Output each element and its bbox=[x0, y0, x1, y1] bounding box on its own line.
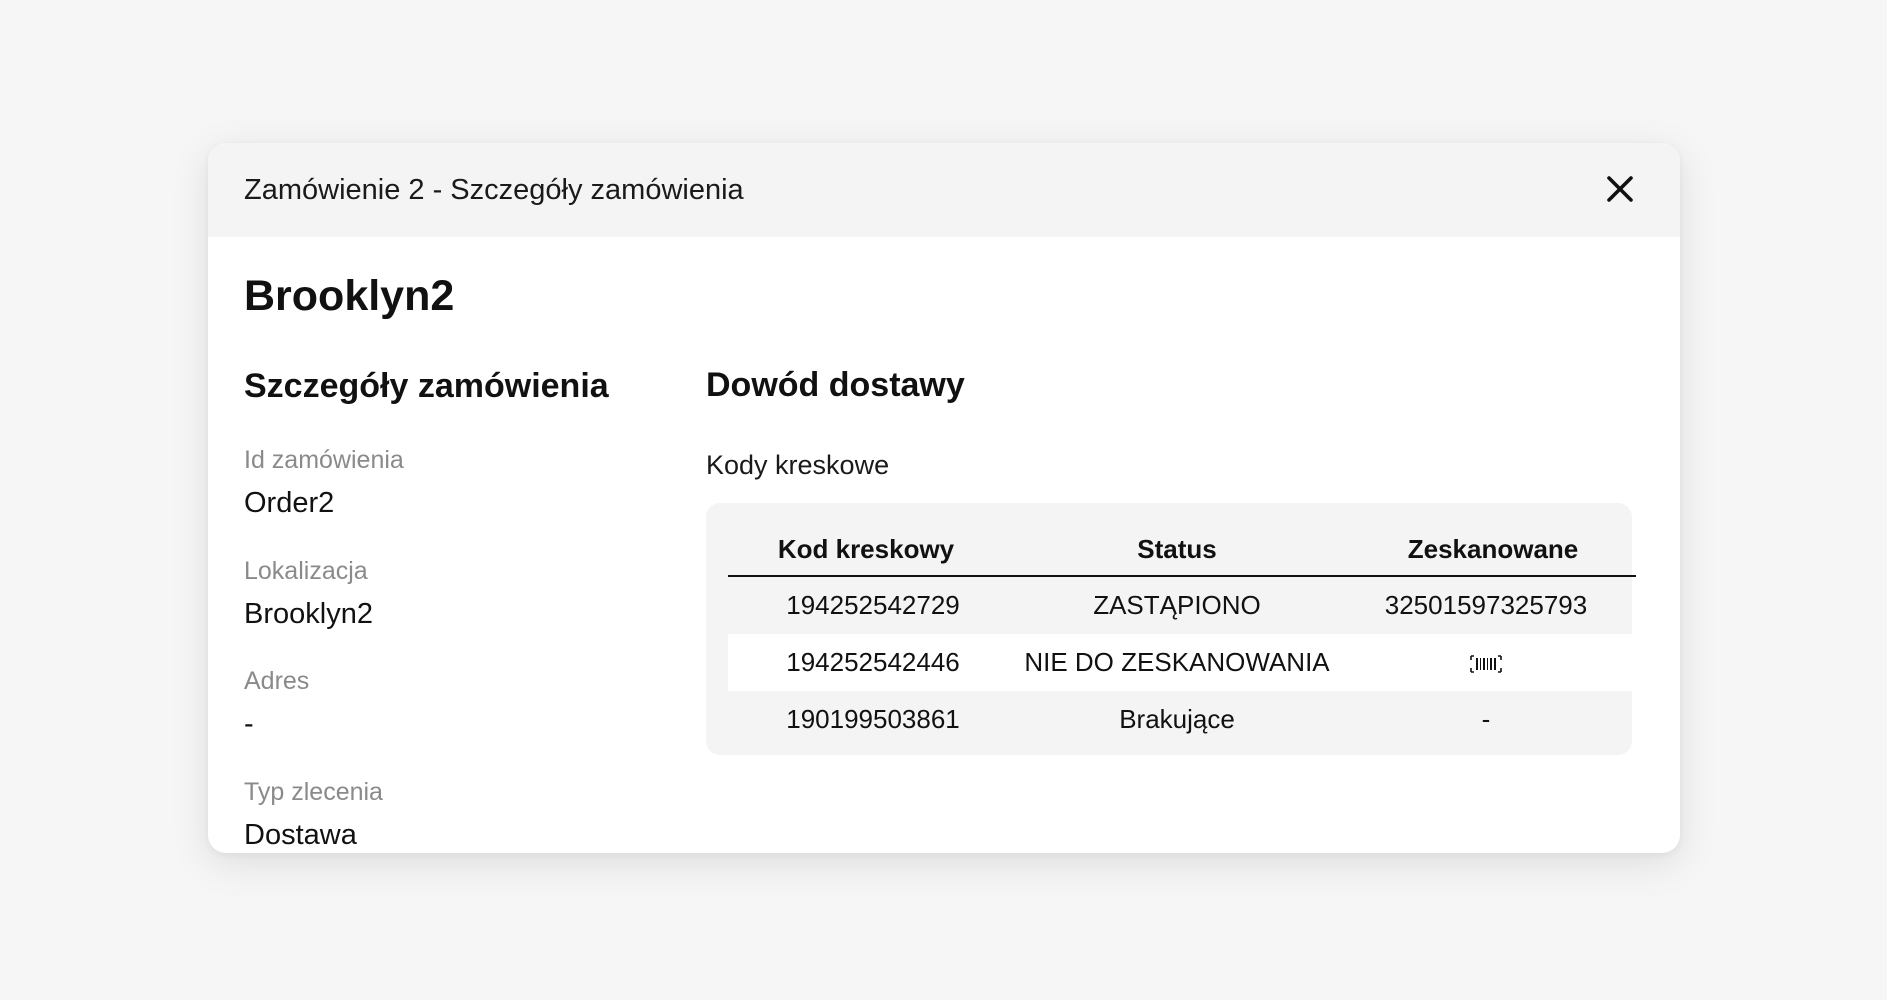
scanned-cell bbox=[1336, 634, 1636, 691]
barcode-cell: 194252542729 bbox=[786, 590, 960, 620]
order-details-modal: Zamówienie 2 - Szczegóły zamówienia Broo… bbox=[208, 143, 1680, 853]
barcode-cell: 190199503861 bbox=[786, 704, 960, 734]
location-value: Brooklyn2 bbox=[244, 598, 373, 630]
order-details-heading: Szczegóły zamówienia bbox=[244, 367, 609, 405]
scanned-cell: 32501597325793 bbox=[1384, 590, 1588, 620]
location-heading: Brooklyn2 bbox=[244, 272, 455, 320]
scanned-cell: - bbox=[1481, 704, 1491, 734]
proof-of-delivery-heading: Dowód dostawy bbox=[706, 366, 965, 404]
order-id-value: Order2 bbox=[244, 487, 335, 519]
barcode-icon bbox=[1470, 655, 1502, 673]
column-header-barcode: Kod kreskowy bbox=[728, 523, 1018, 577]
modal-title: Zamówienie 2 - Szczegóły zamówienia bbox=[244, 174, 744, 206]
status-cell: Brakujące bbox=[1119, 704, 1235, 734]
status-cell: NIE DO ZESKANOWANIA bbox=[1018, 634, 1336, 691]
barcode-cell: 194252542446 bbox=[728, 634, 1018, 691]
close-button[interactable] bbox=[1600, 169, 1640, 209]
order-type-value: Dostawa bbox=[244, 819, 357, 851]
barcode-panel: Kod kreskowy Status Zeskanowane 19425254… bbox=[706, 503, 1636, 755]
address-label: Adres bbox=[244, 667, 310, 695]
modal-header: Zamówienie 2 - Szczegóły zamówienia bbox=[208, 143, 1680, 237]
table-row: 194252542446 NIE DO ZESKANOWANIA bbox=[728, 634, 1636, 691]
table-row: 190199503861 Brakujące - bbox=[728, 691, 1636, 748]
column-header-status: Status bbox=[1018, 523, 1336, 577]
location-label: Lokalizacja bbox=[244, 557, 368, 585]
column-header-scanned: Zeskanowane bbox=[1336, 523, 1636, 577]
status-cell: ZASTĄPIONO bbox=[1093, 590, 1261, 620]
table-row: 194252542729 ZASTĄPIONO 32501597325793 bbox=[728, 576, 1636, 634]
order-id-label: Id zamówienia bbox=[244, 446, 404, 474]
table-header-row: Kod kreskowy Status Zeskanowane bbox=[728, 523, 1636, 577]
order-type-label: Typ zlecenia bbox=[244, 778, 383, 806]
barcodes-caption: Kody kreskowe bbox=[706, 450, 890, 480]
address-value: - bbox=[244, 708, 254, 740]
close-icon bbox=[1607, 176, 1633, 202]
barcode-table: Kod kreskowy Status Zeskanowane 19425254… bbox=[728, 523, 1636, 748]
